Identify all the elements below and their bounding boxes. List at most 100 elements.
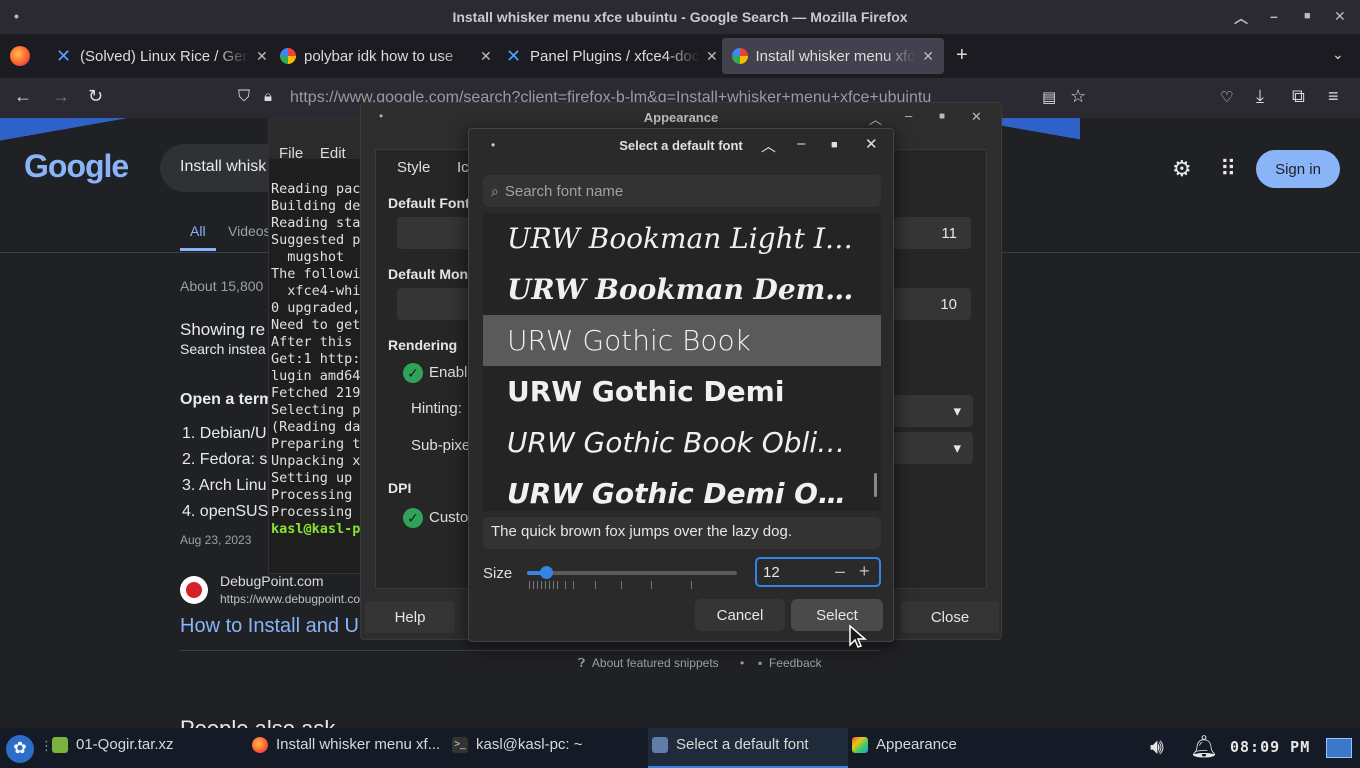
font-list-item[interactable]: URW Gothic Demi <box>483 366 881 417</box>
window-minimize-icon[interactable]: – <box>797 135 805 152</box>
size-increment-icon[interactable]: + <box>859 561 870 582</box>
window-minimize-icon[interactable]: – <box>905 108 912 123</box>
terminal-output[interactable]: Reading pac Building de Reading sta Sugg… <box>269 159 367 538</box>
reload-icon[interactable]: ↻ <box>88 86 103 107</box>
window-shade-icon[interactable]: ︿ <box>761 135 776 156</box>
font-preview[interactable]: The quick brown fox jumps over the lazy … <box>483 517 881 549</box>
source-url[interactable]: https://www.debugpoint.com <box>220 592 370 606</box>
default-font-button[interactable] <box>397 217 473 249</box>
terminal-line: Need to get <box>271 317 361 333</box>
lock-icon[interactable]: 🔒︎ <box>264 88 272 105</box>
enable-antialiasing-checkbox[interactable]: ✓ Enabl <box>403 363 467 383</box>
font-chooser-dialog[interactable]: • Select a default font ︿ – ■ ✕ ⌕ URW Bo… <box>468 128 894 642</box>
show-desktop-icon[interactable] <box>1326 738 1352 758</box>
window-close-icon[interactable]: ✕ <box>1334 8 1346 25</box>
help-button[interactable]: Help <box>365 601 455 633</box>
size-slider-knob[interactable] <box>540 566 553 579</box>
cancel-button[interactable]: Cancel <box>695 599 785 631</box>
window-shade-icon[interactable]: ︿ <box>1234 8 1248 28</box>
hamburger-menu-icon[interactable]: ≡ <box>1328 86 1339 107</box>
forward-icon[interactable]: → <box>52 86 70 107</box>
font-list-item-selected[interactable]: URW Gothic Book <box>483 315 881 366</box>
taskbar-item-appearance[interactable]: Appearance <box>852 736 957 753</box>
back-icon[interactable]: ← <box>14 86 32 107</box>
window-close-icon[interactable]: ✕ <box>865 135 878 153</box>
font-list-item[interactable]: URW Bookman Demi Italic <box>483 264 881 315</box>
tracking-protection-shield-icon[interactable]: ⛉ <box>238 88 250 106</box>
menu-edit[interactable]: Edit <box>320 145 346 162</box>
tab-all[interactable]: All <box>190 223 206 239</box>
font-list-item[interactable]: URW Gothic Book Oblique <box>483 417 881 468</box>
bookmark-star-icon[interactable]: ☆ <box>1070 86 1086 107</box>
tab-icons[interactable]: Ic <box>457 159 469 176</box>
window-minimize-icon[interactable]: – <box>1270 8 1278 24</box>
custom-dpi-checkbox[interactable]: ✓ Custo <box>403 508 468 528</box>
tab-close-icon[interactable]: ✕ <box>922 48 934 65</box>
default-monospace-button[interactable] <box>397 288 473 320</box>
taskbar-item-terminal[interactable]: >_ kasl@kasl-pc: ~ <box>452 736 583 753</box>
clock[interactable]: 08:09 PM <box>1230 738 1310 756</box>
taskbar-item-font-dialog[interactable]: Select a default font <box>652 736 809 753</box>
font-list-item[interactable]: URW Gothic Demi Oblique <box>483 468 881 511</box>
list-tabs-chevron-down-icon[interactable]: ⌄ <box>1332 46 1344 63</box>
tab-style[interactable]: Style <box>397 159 430 176</box>
doodle-ribbon-left <box>0 118 150 148</box>
taskbar-item-archive[interactable]: 01-Qogir.tar.xz <box>52 736 174 753</box>
tab-close-icon[interactable]: ✕ <box>706 48 718 65</box>
terminal-menubar: File Edit <box>269 119 367 162</box>
window-close-icon[interactable]: ✕ <box>971 109 982 125</box>
size-decrement-icon[interactable]: – <box>835 561 845 582</box>
font-list[interactable]: URW Bookman Light Italic URW Bookman Dem… <box>483 213 881 511</box>
extensions-icon[interactable]: ⧉ <box>1292 86 1305 107</box>
size-value[interactable]: 12 <box>763 564 780 581</box>
tab-videos[interactable]: Videos <box>228 223 271 239</box>
new-tab-icon[interactable]: + <box>956 44 968 67</box>
dpi-label: DPI <box>388 480 412 496</box>
menu-file[interactable]: File <box>279 145 303 162</box>
close-button[interactable]: Close <box>901 601 999 633</box>
window-menu-icon[interactable]: • <box>14 8 19 24</box>
google-logo[interactable]: Google <box>24 148 129 185</box>
source-name[interactable]: DebugPoint.com <box>220 573 324 589</box>
default-monospace-size-button[interactable]: 10 <box>893 288 971 320</box>
window-menu-icon[interactable]: • <box>379 109 383 123</box>
apps-grid-icon[interactable]: ⠿ <box>1220 156 1236 182</box>
window-maximize-icon[interactable]: ■ <box>831 139 838 151</box>
window-maximize-icon[interactable]: ■ <box>1304 10 1311 22</box>
tab-linux-rice[interactable]: ✕ (Solved) Linux Rice / Gen ✕ <box>46 38 278 74</box>
notifications-bell-icon[interactable]: 🔔︎ <box>1190 734 1218 760</box>
font-list-item[interactable]: URW Bookman Light Italic <box>483 213 881 264</box>
window-shade-icon[interactable]: ︿ <box>869 109 882 128</box>
settings-gear-icon[interactable]: ⚙ <box>1172 156 1192 182</box>
window-maximize-icon[interactable]: ■ <box>939 111 945 122</box>
search-instead[interactable]: Search instea <box>180 341 266 357</box>
subpixel-dropdown[interactable]: ▾ <box>893 432 973 464</box>
tab-close-icon[interactable]: ✕ <box>480 48 492 65</box>
tab-close-icon[interactable]: ✕ <box>256 48 268 65</box>
volume-icon[interactable]: 🔊︎ <box>1150 734 1164 760</box>
default-font-size-button[interactable]: 11 <box>893 217 971 249</box>
pocket-icon[interactable]: ♡ <box>1220 88 1233 106</box>
terminal-line: Reading sta <box>271 215 361 231</box>
tab-panel-plugins[interactable]: ✕ Panel Plugins / xfce4-doc ✕ <box>496 38 728 74</box>
font-list-scrollbar[interactable] <box>874 473 877 497</box>
hinting-dropdown[interactable]: ▾ <box>893 395 973 427</box>
feedback-link[interactable]: ▪ Feedback <box>758 656 822 670</box>
terminal-line: (Reading da <box>271 419 361 435</box>
tab-install-whisker[interactable]: Install whisker menu xfce ✕ <box>722 38 944 74</box>
terminal-window[interactable]: File Edit Reading pac Building de Readin… <box>268 118 368 574</box>
font-search-input[interactable] <box>504 182 865 200</box>
select-button[interactable]: Select <box>791 599 883 631</box>
result-link[interactable]: How to Install and U <box>180 615 359 638</box>
taskbar-item-firefox[interactable]: Install whisker menu xf... <box>252 736 440 753</box>
firefox-menu-icon[interactable] <box>10 46 30 66</box>
font-search-field[interactable]: ⌕ <box>483 175 881 207</box>
size-slider[interactable] <box>527 566 737 579</box>
size-spinbutton[interactable]: 12 – + <box>755 557 881 587</box>
tab-polybar[interactable]: polybar idk how to use ✕ <box>270 38 502 74</box>
reader-view-icon[interactable]: ▤ <box>1042 88 1056 106</box>
whisker-menu-icon[interactable]: ✿ <box>6 735 34 763</box>
downloads-icon[interactable]: ⤓ <box>1256 86 1264 107</box>
about-featured-snippets[interactable]: ❓︎ About featured snippets <box>578 656 719 671</box>
sign-in-button[interactable]: Sign in <box>1256 150 1340 188</box>
